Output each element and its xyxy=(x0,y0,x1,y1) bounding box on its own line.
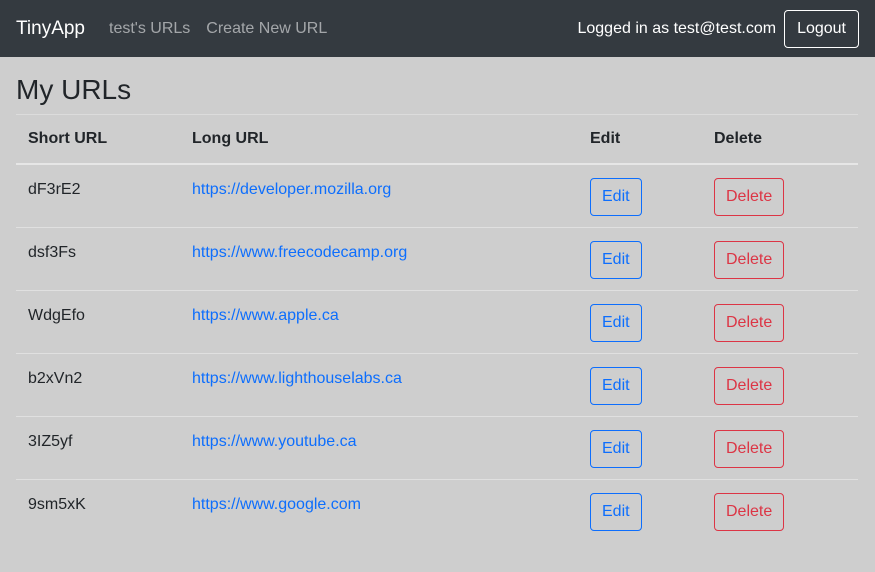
delete-button[interactable]: Delete xyxy=(714,429,785,468)
logout-button[interactable]: Logout xyxy=(784,9,859,48)
navbar: TinyApp test's URLs Create New URL Logge… xyxy=(0,0,875,57)
nav-link-create-new-url[interactable]: Create New URL xyxy=(206,20,327,38)
delete-button[interactable]: Delete xyxy=(714,366,785,405)
delete-button[interactable]: Delete xyxy=(714,240,785,279)
header-edit: Edit xyxy=(578,115,702,165)
short-url-cell: dF3rE2 xyxy=(28,181,81,198)
table-row: WdgEfo https://www.apple.ca Edit Delete xyxy=(16,290,858,354)
long-url-link[interactable]: https://www.lighthouselabs.ca xyxy=(192,370,402,387)
long-url-link[interactable]: https://www.google.com xyxy=(192,496,361,513)
edit-button[interactable]: Edit xyxy=(590,366,642,405)
user-area: Logged in as test@test.com Logout xyxy=(577,9,859,48)
table-row: dsf3Fs https://www.freecodecamp.org Edit… xyxy=(16,227,858,291)
delete-button[interactable]: Delete xyxy=(714,303,785,342)
brand-link[interactable]: TinyApp xyxy=(16,18,85,40)
logged-in-text: Logged in as test@test.com xyxy=(577,19,777,37)
edit-button[interactable]: Edit xyxy=(590,178,642,216)
page-title: My URLs xyxy=(16,74,132,105)
short-url-cell: WdgEfo xyxy=(28,306,85,324)
edit-button[interactable]: Edit xyxy=(590,240,642,279)
delete-button[interactable]: Delete xyxy=(714,492,785,531)
short-url-cell: 9sm5xK xyxy=(28,495,86,513)
long-url-link[interactable]: https://www.freecodecamp.org xyxy=(192,244,407,261)
table-row: 9sm5xK https://www.google.com Edit Delet… xyxy=(16,479,858,542)
short-url-cell: 3IZ5yf xyxy=(28,432,73,450)
table-row: dF3rE2 https://developer.mozilla.org Edi… xyxy=(16,164,858,228)
long-url-link[interactable]: https://developer.mozilla.org xyxy=(192,181,391,198)
table-header-row: Short URL Long URL Edit Delete xyxy=(16,115,858,165)
edit-button[interactable]: Edit xyxy=(590,492,642,531)
edit-button[interactable]: Edit xyxy=(590,303,642,342)
table-row: 3IZ5yf https://www.youtube.ca Edit Delet… xyxy=(16,416,858,480)
long-url-link[interactable]: https://www.youtube.ca xyxy=(192,433,357,450)
table-row: b2xVn2 https://www.lighthouselabs.ca Edi… xyxy=(16,353,858,417)
long-url-link[interactable]: https://www.apple.ca xyxy=(192,307,339,324)
delete-button[interactable]: Delete xyxy=(714,178,785,216)
edit-button[interactable]: Edit xyxy=(590,429,642,468)
header-delete: Delete xyxy=(702,115,858,165)
nav-link-my-urls[interactable]: test's URLs xyxy=(109,20,190,38)
short-url-cell: dsf3Fs xyxy=(28,243,77,261)
header-long-url: Long URL xyxy=(180,115,578,165)
header-short-url: Short URL xyxy=(16,115,180,165)
urls-table: Short URL Long URL Edit Delete dF3rE2 ht… xyxy=(16,115,858,542)
short-url-cell: b2xVn2 xyxy=(28,369,83,387)
